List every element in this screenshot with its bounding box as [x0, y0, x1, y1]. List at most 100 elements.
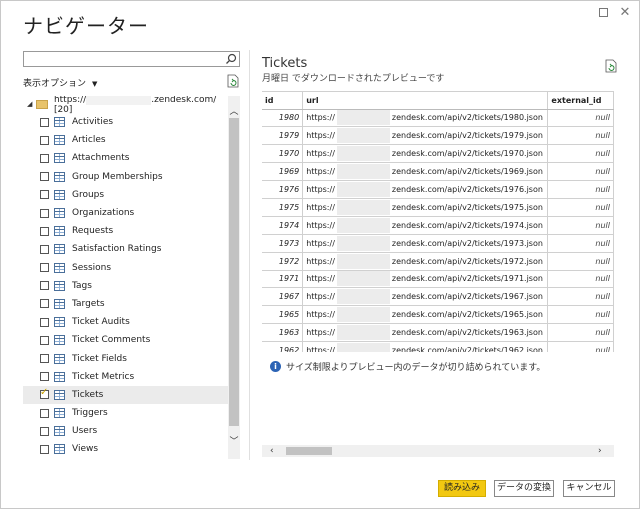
url-suffix: zendesk.com/api/v2/tickets/1967.json [391, 292, 543, 302]
checkbox[interactable] [40, 335, 49, 345]
horizontal-scrollbar[interactable]: ‹ › [262, 445, 614, 457]
transform-data-button[interactable]: データの変換 [494, 480, 554, 497]
checkbox[interactable] [40, 263, 49, 273]
tree-root-source[interactable]: ◢ https://.zendesk.com/ [20] [23, 96, 228, 115]
table-row[interactable]: 1967 https:// zendesk.com/api/v2/tickets/1… [262, 287, 614, 307]
tree-item[interactable]: Users [23, 422, 228, 440]
maximize-icon[interactable] [596, 6, 610, 20]
preview-grid[interactable]: id url external_id 1980 https://zendesk.c… [262, 91, 614, 352]
chevron-up-icon[interactable]: ︿ [228, 104, 240, 117]
load-button[interactable]: 読み込み [438, 480, 486, 497]
checkbox[interactable] [40, 208, 49, 218]
checkbox[interactable] [40, 244, 49, 254]
checkbox[interactable] [40, 387, 49, 400]
checkbox[interactable] [40, 426, 49, 436]
chevron-left-icon[interactable]: ‹ [270, 445, 274, 457]
tree-item[interactable]: Requests [23, 222, 228, 240]
cancel-button[interactable]: キャンセル [563, 480, 615, 497]
tree-item[interactable]: Ticket Comments [23, 331, 228, 349]
table-row[interactable]: 1969 https:// zendesk.com/api/v2/tickets/1… [262, 162, 614, 182]
cell-id: 1962 [262, 341, 304, 352]
refresh-preview-icon[interactable] [605, 59, 617, 73]
redacted-area [336, 146, 390, 162]
checkbox[interactable] [40, 372, 49, 382]
checkbox[interactable] [40, 299, 49, 309]
search-input[interactable] [23, 51, 240, 67]
checkbox[interactable] [40, 226, 49, 236]
chevron-right-icon[interactable]: › [598, 445, 602, 457]
table-row[interactable]: 1974 https:// zendesk.com/api/v2/tickets/1… [262, 216, 614, 235]
table-row[interactable]: 1971 https:// zendesk.com/api/v2/tickets/1… [262, 270, 614, 289]
cell-id: 1967 [262, 287, 304, 307]
table-icon [54, 444, 65, 455]
checkbox[interactable] [40, 135, 49, 145]
tree-scrollbar[interactable]: ︿ ﹀ [228, 96, 240, 459]
table-row[interactable]: 1980 https:// zendesk.com/api/v2/tickets/1… [262, 109, 614, 128]
checkbox[interactable] [40, 354, 49, 364]
tree-item[interactable]: Ticket Audits [23, 313, 228, 331]
checkbox[interactable] [40, 444, 49, 454]
column-header-url[interactable]: url [302, 92, 549, 110]
tree-item[interactable]: Targets [23, 295, 228, 313]
tree-item[interactable]: Articles [23, 131, 228, 149]
tree-item[interactable]: Satisfaction Ratings [23, 240, 228, 258]
checkbox[interactable] [40, 172, 49, 182]
tree-item[interactable]: Triggers [23, 404, 228, 422]
url-prefix: https:// [306, 238, 335, 248]
table-row[interactable]: 1962 https:// zendesk.com/api/v2/tickets/1… [262, 341, 614, 352]
tree-item-label: Ticket Metrics [72, 371, 135, 382]
tree-item[interactable]: Attachments [23, 149, 228, 167]
cell-url: https:// zendesk.com/api/v2/tickets/1965.… [302, 305, 549, 325]
url-suffix: zendesk.com/api/v2/tickets/1974.json [391, 220, 543, 230]
expand-arrow-icon[interactable]: ◢ [27, 100, 36, 108]
column-header-id[interactable]: id [262, 92, 304, 110]
url-suffix: zendesk.com/api/v2/tickets/1962.json [391, 346, 543, 352]
table-row[interactable]: 1975 https:// zendesk.com/api/v2/tickets/1… [262, 198, 614, 217]
display-options-dropdown[interactable]: 表示オプション ▼ [23, 76, 97, 89]
tree-item[interactable]: Ticket Fields [23, 349, 228, 367]
table-row[interactable]: 1972 https:// zendesk.com/api/v2/tickets/1… [262, 252, 614, 271]
search-icon[interactable] [225, 53, 237, 65]
tree-item[interactable]: Sessions [23, 259, 228, 277]
redacted-area [336, 307, 390, 323]
tree-item-label: Group Memberships [72, 171, 163, 182]
tree-item-label: Ticket Fields [72, 353, 127, 364]
table-row[interactable]: 1976 https:// zendesk.com/api/v2/tickets/1… [262, 180, 614, 199]
checkbox[interactable] [40, 117, 49, 127]
checkbox[interactable] [40, 408, 49, 418]
table-icon [54, 408, 65, 419]
url-prefix: https:// [306, 202, 335, 212]
tree-item[interactable]: Groups [23, 186, 228, 204]
table-row[interactable]: 1979 https:// zendesk.com/api/v2/tickets/1… [262, 126, 614, 146]
chevron-down-icon[interactable]: ﹀ [228, 434, 240, 447]
table-row[interactable]: 1970 https:// zendesk.com/api/v2/tickets/1… [262, 144, 614, 164]
cell-id: 1973 [262, 234, 304, 253]
column-header-external-id[interactable]: external_id [547, 92, 614, 110]
tree-item[interactable]: Organizations [23, 204, 228, 222]
checkbox[interactable] [40, 190, 49, 200]
tree-item[interactable]: Group Memberships [23, 168, 228, 186]
cell-id: 1976 [262, 180, 304, 199]
table-icon [54, 298, 65, 309]
truncation-notice: i サイズ制限よりプレビュー内のデータが切り詰められています。 [270, 360, 545, 373]
table-row[interactable]: 1965 https:// zendesk.com/api/v2/tickets/1… [262, 305, 614, 325]
scroll-thumb[interactable] [229, 118, 239, 426]
tree-item[interactable]: Tickets [23, 385, 228, 404]
cell-id: 1969 [262, 162, 304, 182]
cell-external-id: null [547, 323, 614, 343]
table-row[interactable]: 1963 https:// zendesk.com/api/v2/tickets/1… [262, 323, 614, 343]
tree-item[interactable]: Activities [23, 113, 228, 131]
checkbox[interactable] [40, 153, 49, 163]
refresh-preview-icon[interactable] [227, 74, 239, 88]
cell-id: 1972 [262, 252, 304, 271]
tree-item[interactable]: Views [23, 440, 228, 458]
checkbox[interactable] [40, 281, 49, 291]
tree-item[interactable]: Tags [23, 277, 228, 295]
scroll-thumb[interactable] [286, 447, 332, 455]
table-row[interactable]: 1973 https:// zendesk.com/api/v2/tickets/1… [262, 234, 614, 253]
url-prefix: https:// [306, 185, 335, 194]
redacted-area [336, 217, 390, 233]
close-icon[interactable]: ✕ [618, 6, 632, 20]
checkbox[interactable] [40, 317, 49, 327]
tree-item[interactable]: Ticket Metrics [23, 368, 228, 386]
